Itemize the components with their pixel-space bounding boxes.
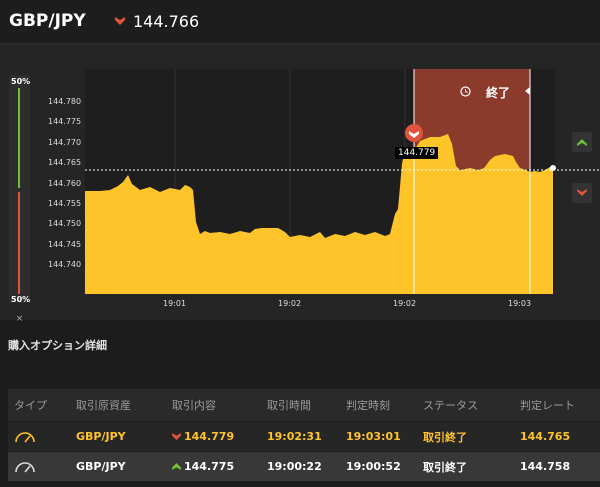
x-tick-label: 19:01 [163,299,187,308]
header-type: タイプ [14,399,47,412]
header-time: 取引時間 [267,399,311,412]
y-tick-label: 144.770 [48,137,82,147]
y-tick-label: 144.755 [48,199,82,208]
section-title: 購入オプション詳細 [8,339,107,352]
x-tick-label: 19:02 [278,299,302,308]
last-point [550,165,556,171]
down-arrow-icon [172,433,181,440]
gauge-icon [14,422,36,451]
row-time: 19:00:22 [267,460,322,473]
row-rate: 144.775 [184,460,235,473]
clock-icon [460,86,471,97]
options-table: タイプ 取引原資産 取引内容 取引時間 判定時刻 ステータス 判定レート GBP… [8,389,600,481]
table-row[interactable]: GBP/JPY 144.779 19:02:31 19:03:01 取引終了 1… [8,421,600,451]
y-tick-label: 144.745 [48,239,82,249]
row-rate: 144.779 [184,430,235,443]
end-label: 終了 [486,86,511,100]
row-content: 144.779 [172,422,234,451]
chevron-left-icon [525,87,530,95]
x-tick-label: 19:02 [393,299,417,308]
table-header: タイプ 取引原資産 取引内容 取引時間 判定時刻 ステータス 判定レート [8,389,600,421]
y-tick-label: 144.760 [48,178,82,188]
top-bar: GBP/JPY 144.766 [0,0,600,44]
high-button[interactable] [572,132,592,152]
row-asset: GBP/JPY [76,460,126,473]
header-status: ステータス [423,399,478,412]
row-status: 取引終了 [423,460,467,474]
row-judge-time: 19:00:52 [346,460,401,473]
header-asset: 取引原資産 [76,399,131,412]
row-judge-rate: 144.765 [520,430,571,443]
y-tick-label: 144.780 [48,96,82,106]
entry-price-label: 144.779 [395,147,439,159]
up-arrow-icon [172,463,181,470]
header-content: 取引内容 [172,399,216,412]
y-tick-label: 144.765 [48,158,82,168]
row-content: 144.775 [172,452,234,481]
row-judge-time: 19:03:01 [346,430,401,443]
pair-title: GBP/JPY [9,11,86,31]
down-arrow-icon [115,17,125,25]
y-tick-label: 144.740 [48,260,82,270]
row-asset: GBP/JPY [76,430,126,443]
current-price: 144.766 [133,12,200,31]
row-time: 19:02:31 [267,430,322,443]
low-button[interactable] [572,183,592,203]
gauge-icon [14,452,36,481]
x-tick-label: 19:03 [508,299,532,308]
chart-panel: 50% 50% × 144.780 144.775 144.770 144.765 14… [0,44,600,324]
y-tick-label: 144.775 [48,117,82,127]
entry-marker-icon [405,124,423,142]
row-judge-rate: 144.758 [520,460,571,473]
row-status: 取引終了 [423,430,467,444]
header-judge-rate: 判定レート [520,399,575,412]
table-row[interactable]: GBP/JPY 144.775 19:00:22 19:00:52 取引終了 1… [8,451,600,481]
header-judge-time: 判定時刻 [346,399,390,412]
y-tick-label: 144.750 [48,219,82,229]
